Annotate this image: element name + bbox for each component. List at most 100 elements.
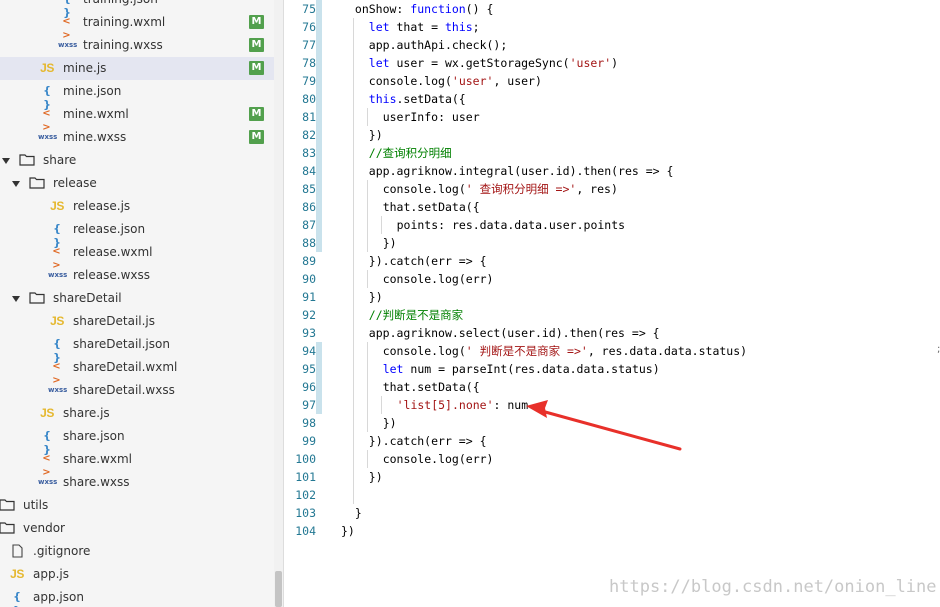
code-line[interactable]: 92 //判断是不是商家	[284, 306, 934, 324]
tree-file-shareDetail.wxml[interactable]: < > shareDetail.wxml	[0, 356, 274, 386]
code-line[interactable]: 86 that.setData({	[284, 198, 934, 216]
code-token: app.agriknow.select(user.id).then(res =>…	[368, 326, 660, 340]
tree-file-release.wxss[interactable]: wxss release.wxss	[0, 264, 274, 287]
code-line[interactable]: 96 that.setData({	[284, 378, 934, 396]
tree-item-label: share.wxss	[63, 475, 130, 489]
line-number: 84	[302, 164, 316, 178]
tree-file-app.json[interactable]: { } app.json	[0, 586, 274, 607]
tree-file-mine.wxss[interactable]: wxss mine.wxss M	[0, 126, 274, 149]
line-number: 80	[302, 92, 316, 106]
code-token: .setData({	[396, 92, 466, 106]
code-token: console.log(	[382, 344, 466, 358]
code-token: () {	[465, 2, 494, 16]
watermark: https://blog.csdn.net/onion_line	[609, 577, 937, 597]
code-line[interactable]: 100 console.log(err)	[284, 450, 934, 468]
string-token: ' 查询积分明细 =>'	[465, 182, 577, 196]
code-line[interactable]: 79 console.log('user', user)	[284, 72, 934, 90]
tree-folder-utils[interactable]: utils	[0, 494, 274, 517]
tree-file-mine.js[interactable]: JS mine.js M	[0, 57, 274, 80]
code-line[interactable]: 75 onShow: function() {	[284, 0, 934, 18]
code-token: )	[611, 56, 619, 70]
tree-file-share.json[interactable]: { } share.json	[0, 425, 274, 456]
code-token: })	[368, 128, 383, 142]
indent-guide	[352, 90, 354, 108]
tree-file-share.js[interactable]: JS share.js	[0, 402, 274, 425]
code-line[interactable]: 84 app.agriknow.integral(user.id).then(re…	[284, 162, 934, 180]
indent-guide	[366, 216, 368, 234]
tree-file-release.js[interactable]: JS release.js	[0, 195, 274, 218]
indent-guide	[352, 216, 354, 234]
tree-file-shareDetail.wxss[interactable]: wxss shareDetail.wxss	[0, 379, 274, 402]
code-text: onShow: function() {	[355, 0, 493, 18]
tree-file-mine.json[interactable]: { } mine.json	[0, 80, 274, 111]
indent-guide	[352, 288, 354, 306]
code-line[interactable]: 93 app.agriknow.select(user.id).then(res …	[284, 324, 934, 342]
code-line[interactable]: 97 'list[5].none': num	[284, 396, 934, 414]
tree-file-.gitignore[interactable]: .gitignore	[0, 540, 274, 563]
tree-file-share.wxml[interactable]: < > share.wxml	[0, 448, 274, 478]
code-line[interactable]: 78 let user = wx.getStorageSync('user')	[284, 54, 934, 72]
chevron-down-icon[interactable]	[12, 296, 20, 302]
code-line[interactable]: 83 //查询积分明细	[284, 144, 934, 162]
indent-guide	[352, 180, 354, 198]
sidebar-scrollbar[interactable]	[274, 0, 283, 607]
code-line[interactable]: 88})	[284, 234, 934, 252]
tree-file-app.js[interactable]: JS app.js	[0, 563, 274, 586]
code-text: app.agriknow.integral(user.id).then(res …	[369, 162, 674, 180]
tree-file-shareDetail.js[interactable]: JS shareDetail.js	[0, 310, 274, 333]
tree-folder-vendor[interactable]: vendor	[0, 517, 274, 540]
code-token: app.authApi.check();	[368, 38, 508, 52]
code-line[interactable]: 91})	[284, 288, 934, 306]
line-number: 76	[302, 20, 316, 34]
tree-file-training.wxss[interactable]: wxss training.wxss M	[0, 34, 274, 57]
code-line[interactable]: 85 console.log(' 查询积分明细 =>', res)	[284, 180, 934, 198]
code-text: })	[341, 522, 355, 540]
tree-file-training.json[interactable]: { } training.json	[0, 0, 274, 19]
code-token: })	[368, 470, 383, 484]
code-editor[interactable]: 75 onShow: function() {76 let that = this;…	[284, 0, 940, 607]
code-token: , user)	[493, 74, 542, 88]
tree-item-label: shareDetail.wxss	[73, 383, 175, 397]
code-line[interactable]: 76 let that = this;	[284, 18, 934, 36]
chevron-down-icon[interactable]	[2, 158, 10, 164]
code-line[interactable]: 98})	[284, 414, 934, 432]
tree-file-release.json[interactable]: { } release.json	[0, 218, 274, 249]
tree-folder-shareDetail[interactable]: shareDetail	[0, 287, 274, 310]
code-token: , res)	[576, 182, 618, 196]
indent-guide	[366, 198, 368, 216]
code-line[interactable]: 81 userInfo: user	[284, 108, 934, 126]
tree-file-release.wxml[interactable]: < > release.wxml	[0, 241, 274, 271]
indent-guide	[366, 234, 368, 252]
code-line[interactable]: 82})	[284, 126, 934, 144]
modified-badge: M	[249, 38, 264, 52]
code-line[interactable]: 94 console.log(' 判断是不是商家 =>', res.data.da…	[284, 342, 934, 360]
tree-file-mine.wxml[interactable]: < > mine.wxml M	[0, 103, 274, 133]
code-text: app.agriknow.select(user.id).then(res =>…	[369, 324, 660, 342]
tree-folder-release[interactable]: release	[0, 172, 274, 195]
code-line[interactable]: 89}).catch(err => {	[284, 252, 934, 270]
code-line[interactable]: 101})	[284, 468, 934, 486]
tree-folder-share[interactable]: share	[0, 149, 274, 172]
tree-file-training.wxml[interactable]: < > training.wxml M	[0, 11, 274, 41]
code-line[interactable]: 87 points: res.data.data.user.points	[284, 216, 934, 234]
code-line[interactable]: 99}).catch(err => {	[284, 432, 934, 450]
chevron-down-icon[interactable]	[12, 181, 20, 187]
string-token: ' 判断是不是商家 =>'	[465, 344, 588, 358]
code-line[interactable]: 104})	[284, 522, 934, 540]
string-token: 'user'	[569, 56, 612, 70]
tree-file-shareDetail.json[interactable]: { } shareDetail.json	[0, 333, 274, 364]
indent-guide	[380, 396, 382, 414]
code-token: })	[341, 524, 355, 538]
code-line[interactable]: 80 this.setData({	[284, 90, 934, 108]
wxml-file-icon: < >	[52, 246, 62, 271]
code-line[interactable]: 103}	[284, 504, 934, 522]
code-lines[interactable]: 75 onShow: function() {76 let that = this;…	[284, 0, 934, 540]
sidebar-scroll-thumb[interactable]	[275, 571, 282, 607]
indent-guide	[366, 378, 368, 396]
code-line[interactable]: 90 console.log(err)	[284, 270, 934, 288]
code-text: }).catch(err => {	[369, 252, 487, 270]
code-line[interactable]: 95 let num = parseInt(res.data.data.statu…	[284, 360, 934, 378]
code-line[interactable]: 102	[284, 486, 934, 504]
tree-file-share.wxss[interactable]: wxss share.wxss	[0, 471, 274, 494]
code-line[interactable]: 77 app.authApi.check();	[284, 36, 934, 54]
